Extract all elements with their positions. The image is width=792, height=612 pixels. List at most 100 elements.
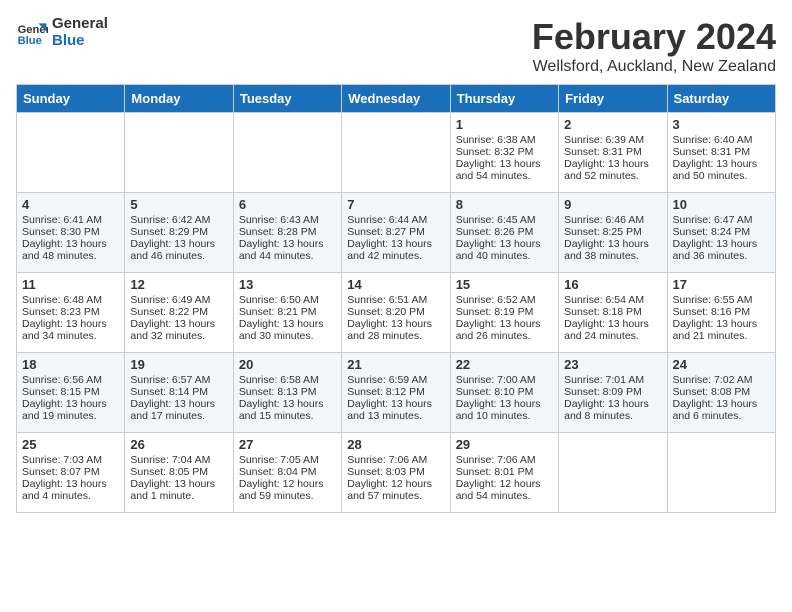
calendar-cell: 22Sunrise: 7:00 AMSunset: 8:10 PMDayligh…: [450, 353, 558, 433]
daylight-text: Daylight: 13 hours and 46 minutes.: [130, 238, 227, 262]
calendar-cell: 23Sunrise: 7:01 AMSunset: 8:09 PMDayligh…: [559, 353, 667, 433]
calendar-cell: 10Sunrise: 6:47 AMSunset: 8:24 PMDayligh…: [667, 193, 775, 273]
daylight-text: Daylight: 13 hours and 48 minutes.: [22, 238, 119, 262]
sunrise-text: Sunrise: 6:48 AM: [22, 294, 119, 306]
calendar-week-row: 4Sunrise: 6:41 AMSunset: 8:30 PMDaylight…: [17, 193, 776, 273]
day-number: 3: [673, 117, 770, 132]
day-number: 23: [564, 357, 661, 372]
sunset-text: Sunset: 8:20 PM: [347, 306, 444, 318]
calendar-week-row: 1Sunrise: 6:38 AMSunset: 8:32 PMDaylight…: [17, 113, 776, 193]
sunset-text: Sunset: 8:29 PM: [130, 226, 227, 238]
daylight-text: Daylight: 13 hours and 38 minutes.: [564, 238, 661, 262]
calendar-table: SundayMondayTuesdayWednesdayThursdayFrid…: [16, 84, 776, 513]
daylight-text: Daylight: 12 hours and 54 minutes.: [456, 478, 553, 502]
daylight-text: Daylight: 13 hours and 50 minutes.: [673, 158, 770, 182]
daylight-text: Daylight: 13 hours and 17 minutes.: [130, 398, 227, 422]
daylight-text: Daylight: 13 hours and 24 minutes.: [564, 318, 661, 342]
day-number: 7: [347, 197, 444, 212]
sunrise-text: Sunrise: 7:05 AM: [239, 454, 336, 466]
sunset-text: Sunset: 8:16 PM: [673, 306, 770, 318]
daylight-text: Daylight: 13 hours and 15 minutes.: [239, 398, 336, 422]
sunrise-text: Sunrise: 6:59 AM: [347, 374, 444, 386]
sunset-text: Sunset: 8:04 PM: [239, 466, 336, 478]
daylight-text: Daylight: 13 hours and 44 minutes.: [239, 238, 336, 262]
daylight-text: Daylight: 12 hours and 59 minutes.: [239, 478, 336, 502]
sunrise-text: Sunrise: 6:56 AM: [22, 374, 119, 386]
daylight-text: Daylight: 13 hours and 1 minute.: [130, 478, 227, 502]
day-number: 16: [564, 277, 661, 292]
day-number: 25: [22, 437, 119, 452]
daylight-text: Daylight: 13 hours and 28 minutes.: [347, 318, 444, 342]
daylight-text: Daylight: 13 hours and 34 minutes.: [22, 318, 119, 342]
calendar-cell: 24Sunrise: 7:02 AMSunset: 8:08 PMDayligh…: [667, 353, 775, 433]
sunset-text: Sunset: 8:25 PM: [564, 226, 661, 238]
sunrise-text: Sunrise: 6:49 AM: [130, 294, 227, 306]
sunset-text: Sunset: 8:07 PM: [22, 466, 119, 478]
day-header-sunday: Sunday: [17, 85, 125, 113]
sunrise-text: Sunrise: 6:52 AM: [456, 294, 553, 306]
sunrise-text: Sunrise: 6:58 AM: [239, 374, 336, 386]
sunset-text: Sunset: 8:22 PM: [130, 306, 227, 318]
day-number: 11: [22, 277, 119, 292]
daylight-text: Daylight: 13 hours and 36 minutes.: [673, 238, 770, 262]
sunset-text: Sunset: 8:31 PM: [564, 146, 661, 158]
sunrise-text: Sunrise: 7:02 AM: [673, 374, 770, 386]
location-subtitle: Wellsford, Auckland, New Zealand: [532, 58, 776, 76]
day-header-monday: Monday: [125, 85, 233, 113]
day-header-thursday: Thursday: [450, 85, 558, 113]
daylight-text: Daylight: 13 hours and 32 minutes.: [130, 318, 227, 342]
day-number: 27: [239, 437, 336, 452]
calendar-week-row: 18Sunrise: 6:56 AMSunset: 8:15 PMDayligh…: [17, 353, 776, 433]
calendar-cell: 15Sunrise: 6:52 AMSunset: 8:19 PMDayligh…: [450, 273, 558, 353]
day-header-saturday: Saturday: [667, 85, 775, 113]
day-number: 21: [347, 357, 444, 372]
sunrise-text: Sunrise: 7:00 AM: [456, 374, 553, 386]
day-number: 15: [456, 277, 553, 292]
sunset-text: Sunset: 8:15 PM: [22, 386, 119, 398]
sunrise-text: Sunrise: 6:45 AM: [456, 214, 553, 226]
calendar-cell: 5 Sunrise: 6:42 AMSunset: 8:29 PMDaylight…: [125, 193, 233, 273]
calendar-cell: 16Sunrise: 6:54 AMSunset: 8:18 PMDayligh…: [559, 273, 667, 353]
calendar-cell: 1Sunrise: 6:38 AMSunset: 8:32 PMDaylight…: [450, 113, 558, 193]
sunrise-text: Sunrise: 6:43 AM: [239, 214, 336, 226]
svg-text:Blue: Blue: [18, 35, 42, 47]
daylight-text: Daylight: 13 hours and 6 minutes.: [673, 398, 770, 422]
sunset-text: Sunset: 8:30 PM: [22, 226, 119, 238]
sunrise-text: Sunrise: 6:54 AM: [564, 294, 661, 306]
day-number: 5: [130, 197, 227, 212]
sunrise-text: Sunrise: 6:57 AM: [130, 374, 227, 386]
sunset-text: Sunset: 8:32 PM: [456, 146, 553, 158]
sunrise-text: Sunrise: 6:38 AM: [456, 134, 553, 146]
calendar-cell: 3Sunrise: 6:40 AMSunset: 8:31 PMDaylight…: [667, 113, 775, 193]
sunset-text: Sunset: 8:05 PM: [130, 466, 227, 478]
sunset-text: Sunset: 8:13 PM: [239, 386, 336, 398]
sunset-text: Sunset: 8:19 PM: [456, 306, 553, 318]
day-number: 4: [22, 197, 119, 212]
calendar-cell: 20Sunrise: 6:58 AMSunset: 8:13 PMDayligh…: [233, 353, 341, 433]
sunrise-text: Sunrise: 6:42 AM: [130, 214, 227, 226]
daylight-text: Daylight: 13 hours and 52 minutes.: [564, 158, 661, 182]
calendar-cell: [559, 433, 667, 513]
sunrise-text: Sunrise: 6:47 AM: [673, 214, 770, 226]
daylight-text: Daylight: 13 hours and 19 minutes.: [22, 398, 119, 422]
daylight-text: Daylight: 13 hours and 4 minutes.: [22, 478, 119, 502]
month-title: February 2024: [532, 16, 776, 58]
day-number: 9: [564, 197, 661, 212]
calendar-cell: 26Sunrise: 7:04 AMSunset: 8:05 PMDayligh…: [125, 433, 233, 513]
sunset-text: Sunset: 8:01 PM: [456, 466, 553, 478]
daylight-text: Daylight: 13 hours and 13 minutes.: [347, 398, 444, 422]
title-block: February 2024 Wellsford, Auckland, New Z…: [532, 16, 776, 76]
sunset-text: Sunset: 8:09 PM: [564, 386, 661, 398]
day-number: 18: [22, 357, 119, 372]
daylight-text: Daylight: 13 hours and 10 minutes.: [456, 398, 553, 422]
day-number: 8: [456, 197, 553, 212]
calendar-cell: [125, 113, 233, 193]
calendar-cell: 11Sunrise: 6:48 AMSunset: 8:23 PMDayligh…: [17, 273, 125, 353]
calendar-cell: 14Sunrise: 6:51 AMSunset: 8:20 PMDayligh…: [342, 273, 450, 353]
sunset-text: Sunset: 8:24 PM: [673, 226, 770, 238]
day-number: 26: [130, 437, 227, 452]
calendar-cell: 12Sunrise: 6:49 AMSunset: 8:22 PMDayligh…: [125, 273, 233, 353]
day-number: 14: [347, 277, 444, 292]
logo-general-text: General: [52, 16, 108, 33]
sunset-text: Sunset: 8:08 PM: [673, 386, 770, 398]
